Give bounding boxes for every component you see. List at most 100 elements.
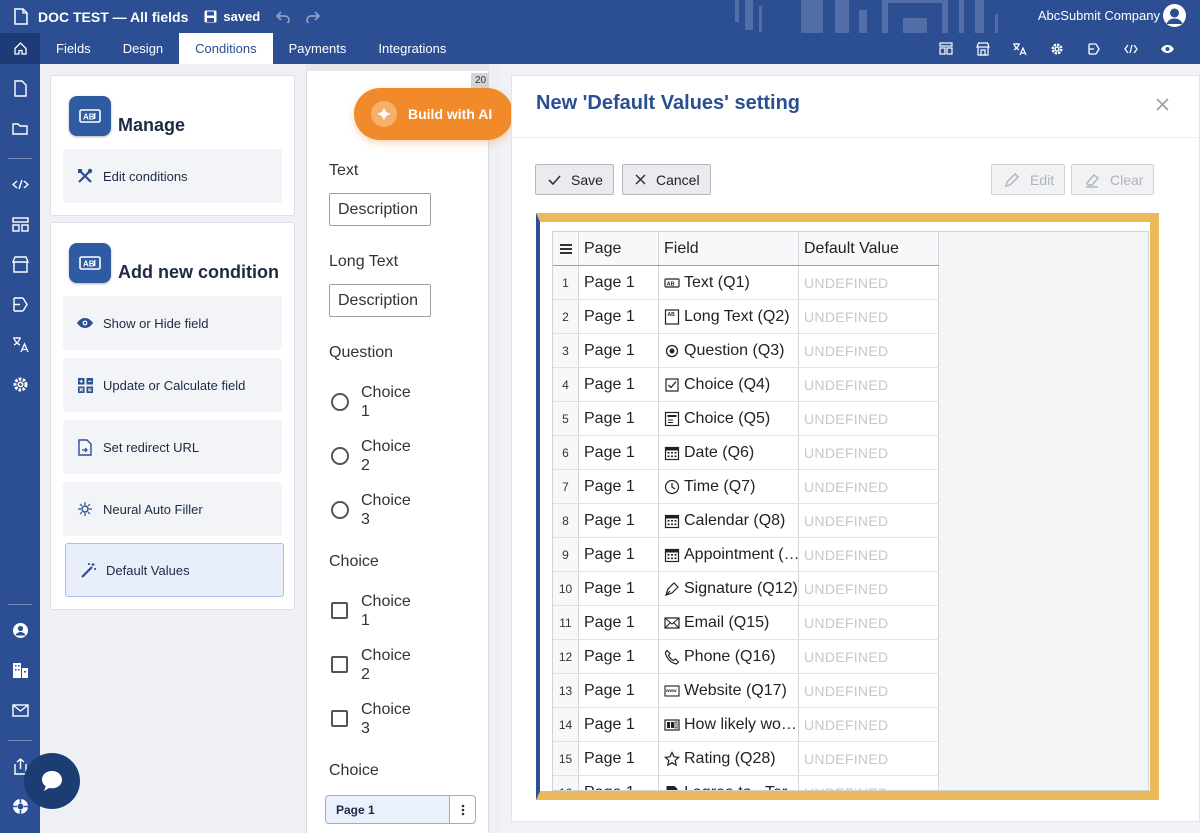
translate-icon[interactable] [1001, 42, 1038, 56]
save-button[interactable]: Save [535, 164, 614, 195]
default-value-cell[interactable]: UNDEFINED [799, 674, 939, 707]
default-value-cell[interactable]: UNDEFINED [799, 300, 939, 333]
default-value-cell[interactable]: UNDEFINED [799, 640, 939, 673]
default-value-cell[interactable]: UNDEFINED [799, 708, 939, 741]
default-value-cell[interactable]: UNDEFINED [799, 572, 939, 605]
table-row[interactable]: 15 Page 1 Rating (Q28) UNDEFINED [553, 742, 939, 776]
table-row[interactable]: 2 Page 1 AB Long Text (Q2) UNDEFINED [553, 300, 939, 334]
table-row[interactable]: 16Page 1 I agree to...Ter UNDEFINED [553, 776, 939, 790]
default-value-cell[interactable]: UNDEFINED [799, 538, 939, 571]
page-cell[interactable]: Page 1 [579, 742, 659, 775]
account-icon[interactable] [12, 622, 29, 639]
tab-integrations[interactable]: Integrations [362, 33, 462, 64]
table-row[interactable]: 10 Page 1 Signature (Q12) UNDEFINED [553, 572, 939, 606]
page-cell[interactable]: Page 1 [579, 334, 659, 367]
checkbox-choice-2[interactable] [331, 656, 348, 673]
cancel-button[interactable]: Cancel [622, 164, 711, 195]
default-value-cell[interactable]: UNDEFINED [799, 368, 939, 401]
page-cell[interactable]: Page 1 [579, 504, 659, 537]
settings-icon[interactable] [12, 376, 29, 393]
tab-fields[interactable]: Fields [40, 33, 107, 64]
tab-payments[interactable]: Payments [273, 33, 363, 64]
default-value-cell[interactable]: UNDEFINED [799, 504, 939, 537]
default-value-cell[interactable]: UNDEFINED [799, 402, 939, 435]
default-value-cell[interactable]: UNDEFINED [799, 266, 939, 299]
update-calculate-field-button[interactable]: Update or Calculate field [63, 358, 282, 412]
long-text-input[interactable]: Description [329, 284, 431, 317]
kebab-menu-icon[interactable] [449, 796, 475, 823]
field-cell[interactable]: Email (Q15) [659, 606, 799, 639]
preview-scrollbar[interactable] [489, 64, 500, 833]
table-row[interactable]: 3 Page 1 Question (Q3) UNDEFINED [553, 334, 939, 368]
column-header-field[interactable]: Field [659, 232, 799, 265]
field-cell[interactable]: Date (Q6) [659, 436, 799, 469]
field-cell[interactable]: www Website (Q17) [659, 674, 799, 707]
table-row[interactable]: 8 Page 1 Calendar (Q8) UNDEFINED [553, 504, 939, 538]
table-row[interactable]: 6 Page 1 Date (Q6) UNDEFINED [553, 436, 939, 470]
page-cell[interactable]: Page 1 [579, 470, 659, 503]
page-cell[interactable]: Page 1 [579, 266, 659, 299]
show-hide-field-button[interactable]: Show or Hide field [63, 296, 282, 350]
text-field-input[interactable]: Description [329, 193, 431, 226]
translate-icon[interactable] [12, 336, 29, 353]
column-header-default-value[interactable]: Default Value [799, 232, 939, 265]
table-row[interactable]: 5 Page 1 Choice (Q5) UNDEFINED [553, 402, 939, 436]
field-cell[interactable]: Choice (Q5) [659, 402, 799, 435]
field-cell[interactable]: Choice (Q4) [659, 368, 799, 401]
page-cell[interactable]: Page 1 [579, 606, 659, 639]
company-name[interactable]: AbcSubmit Company [1038, 8, 1160, 23]
chat-button[interactable] [24, 753, 80, 809]
build-with-ai-button[interactable]: Build with AI [354, 88, 513, 140]
edit-conditions-button[interactable]: Edit conditions [63, 149, 282, 203]
radio-choice-2[interactable] [331, 447, 349, 465]
field-cell[interactable]: Question (Q3) [659, 334, 799, 367]
clear-button[interactable]: Clear [1071, 164, 1155, 195]
undo-icon[interactable] [276, 10, 291, 23]
mail-icon[interactable] [12, 702, 29, 719]
field-cell[interactable]: AB Long Text (Q2) [659, 300, 799, 333]
table-row[interactable]: 14 Page 1 How likely wo… UNDEFINED [553, 708, 939, 742]
structure-icon[interactable] [927, 42, 964, 55]
column-header-page[interactable]: Page [579, 232, 659, 265]
folder-icon[interactable] [12, 120, 29, 137]
embed-icon[interactable] [12, 176, 29, 193]
field-cell[interactable]: Phone (Q16) [659, 640, 799, 673]
close-icon[interactable] [1156, 98, 1169, 111]
tab-conditions[interactable]: Conditions [179, 33, 273, 64]
table-row[interactable]: 13 Page 1 www Website (Q17) UNDEFINED [553, 674, 939, 708]
field-cell[interactable]: Rating (Q28) [659, 742, 799, 775]
settings-icon[interactable] [1038, 42, 1075, 56]
table-row[interactable]: 4 Page 1 Choice (Q4) UNDEFINED [553, 368, 939, 402]
radio-choice-1[interactable] [331, 393, 349, 411]
field-cell[interactable]: Calendar (Q8) [659, 504, 799, 537]
page-cell[interactable]: Page 1 [579, 368, 659, 401]
code-icon[interactable] [1112, 44, 1149, 54]
redo-icon[interactable] [306, 10, 321, 23]
page-cell[interactable]: Page 1 [579, 674, 659, 707]
checkbox-choice-1[interactable] [331, 602, 348, 619]
page-cell[interactable]: Page 1 [579, 300, 659, 333]
page-cell[interactable]: Page 1 [579, 708, 659, 741]
tab-design[interactable]: Design [107, 33, 179, 64]
home-button[interactable] [0, 33, 40, 64]
page-selector[interactable]: Page 1 [325, 795, 476, 824]
radio-choice-3[interactable] [331, 501, 349, 519]
preview-eye-icon[interactable] [1149, 44, 1186, 54]
document-title[interactable]: DOC TEST — All fields [38, 9, 188, 25]
store-icon[interactable] [12, 256, 29, 273]
default-value-cell[interactable]: UNDEFINED [799, 470, 939, 503]
support-icon[interactable] [12, 798, 29, 815]
logic-icon[interactable] [12, 296, 29, 313]
field-cell[interactable]: Signature (Q12) [659, 572, 799, 605]
page-cell[interactable]: Page 1 [579, 402, 659, 435]
default-values-button[interactable]: Default Values [65, 543, 284, 597]
page-cell[interactable]: Page 1 [579, 640, 659, 673]
default-value-cell[interactable]: UNDEFINED [799, 606, 939, 639]
default-value-cell[interactable]: UNDEFINED [799, 742, 939, 775]
company-icon[interactable] [12, 662, 29, 679]
grid-menu-button[interactable] [553, 232, 579, 265]
set-redirect-url-button[interactable]: Set redirect URL [63, 420, 282, 474]
user-avatar[interactable] [1163, 4, 1186, 27]
page-cell[interactable]: Page 1 [579, 538, 659, 571]
table-row[interactable]: 9 Page 1 Appointment (… UNDEFINED [553, 538, 939, 572]
